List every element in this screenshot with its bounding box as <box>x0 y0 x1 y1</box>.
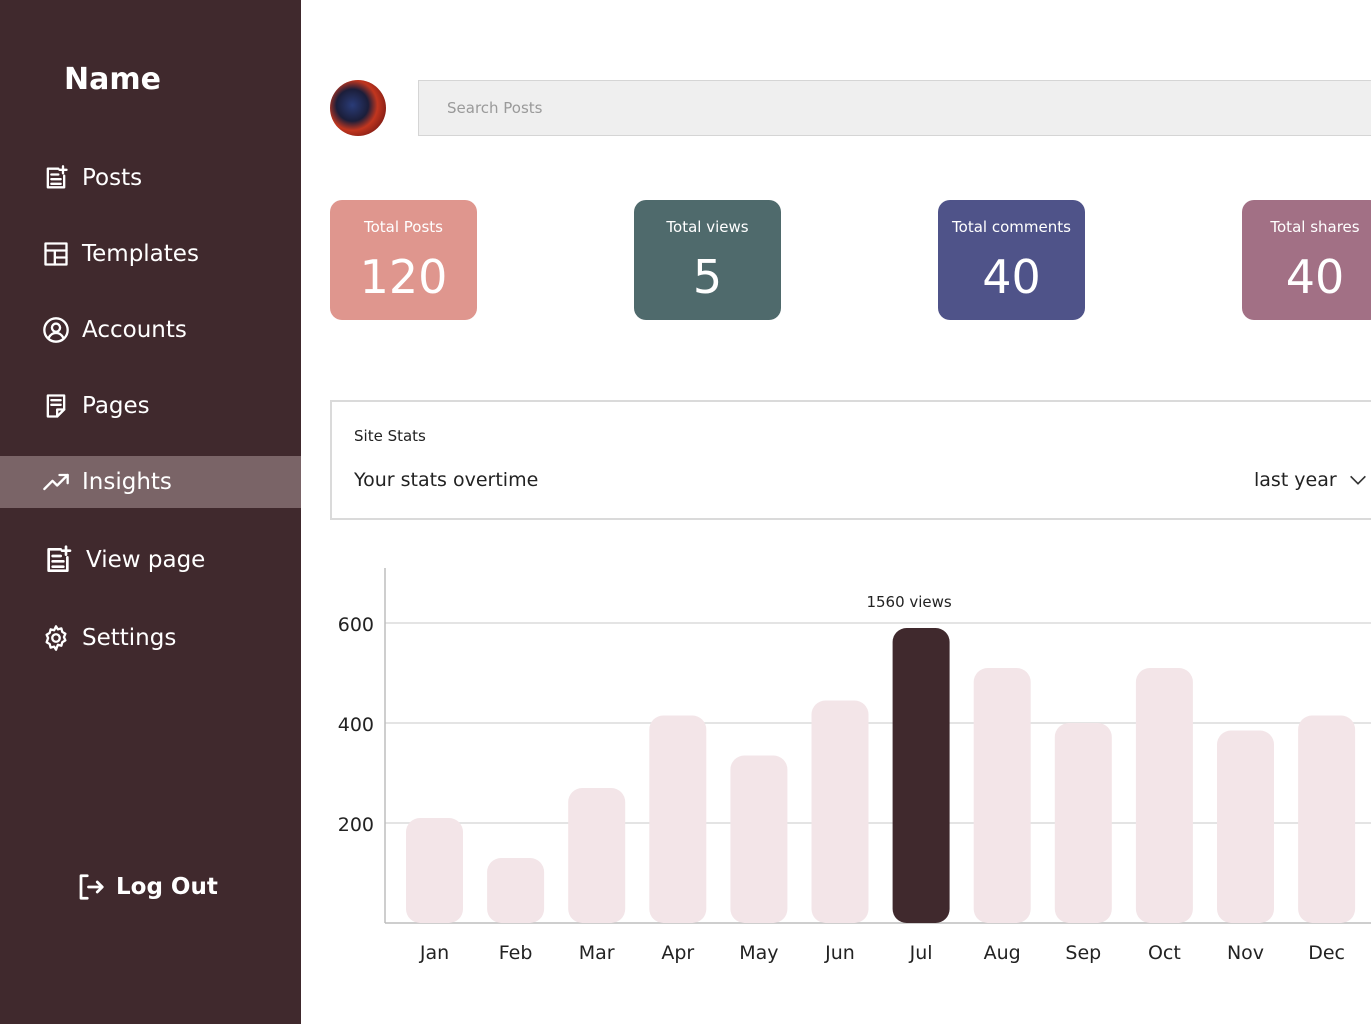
y-tick-label: 600 <box>338 614 374 636</box>
bar-jul <box>892 628 950 923</box>
post-add-icon <box>41 163 71 193</box>
stat-card-label: Total views <box>666 218 749 236</box>
site-stats-panel: Site Stats Your stats overtime last year <box>330 400 1371 520</box>
bar-may <box>730 755 788 923</box>
avatar[interactable] <box>330 80 386 136</box>
sidebar-item-view-page[interactable]: View page <box>0 534 301 586</box>
stat-card-label: Total comments <box>952 218 1071 236</box>
sidebar-item-label: Accounts <box>82 317 187 343</box>
bar-dec <box>1298 715 1356 923</box>
brand-name: Name <box>64 62 161 97</box>
sidebar-item-label: Templates <box>82 241 199 267</box>
sidebar-item-posts[interactable]: Posts <box>0 152 301 204</box>
stat-card-value: 40 <box>1285 250 1345 304</box>
logout-label: Log Out <box>116 874 218 900</box>
stat-card-label: Total Posts <box>364 218 443 236</box>
y-tick-label: 400 <box>338 714 374 736</box>
x-tick-label: Feb <box>499 942 533 964</box>
sidebar-item-pages[interactable]: Pages <box>0 380 301 432</box>
logout-button[interactable]: Log Out <box>76 872 218 902</box>
x-tick-label: Aug <box>984 942 1021 964</box>
sidebar-item-templates[interactable]: Templates <box>0 228 301 280</box>
x-tick-label: Nov <box>1227 942 1264 964</box>
templates-icon <box>41 239 71 269</box>
stat-card-value: 40 <box>982 250 1041 304</box>
views-bar-chart: 200 400 600 Jan Feb Mar Apr May Jun Jul 1560 views… <box>338 568 1371 964</box>
bar-sep <box>1054 723 1112 923</box>
bar-mar <box>568 788 626 923</box>
highlight-data-label: 1560 views <box>866 593 951 611</box>
x-tick-label: Oct <box>1148 942 1181 964</box>
site-stats-subtitle: Your stats overtime <box>354 469 539 491</box>
bar-oct <box>1135 668 1193 923</box>
x-tick-label: May <box>739 942 778 964</box>
sidebar-item-label: Pages <box>82 393 150 419</box>
search-input[interactable] <box>418 80 1371 136</box>
period-label: last year <box>1254 469 1337 491</box>
site-stats-title: Site Stats <box>354 427 426 445</box>
stat-card-total-posts: Total Posts 120 <box>330 200 477 320</box>
x-tick-label: Apr <box>661 942 694 964</box>
sidebar-item-settings[interactable]: Settings <box>0 612 301 664</box>
bar-feb <box>487 858 545 923</box>
period-dropdown[interactable]: last year <box>1254 469 1369 491</box>
stat-card-total-shares: Total shares 40 <box>1242 200 1371 320</box>
stat-card-total-views: Total views 5 <box>634 200 781 320</box>
bar-jun <box>811 700 869 923</box>
stat-card-value: 5 <box>692 250 723 304</box>
account-icon <box>41 315 71 345</box>
bar-jan <box>406 818 463 923</box>
gear-icon <box>41 623 71 653</box>
bar-apr <box>649 715 707 923</box>
sidebar-item-label: Posts <box>82 165 143 191</box>
sidebar-item-label: Insights <box>82 469 172 495</box>
x-tick-label: Sep <box>1065 942 1101 964</box>
stat-card-total-comments: Total comments 40 <box>938 200 1085 320</box>
x-tick-label: Jul <box>909 942 933 964</box>
x-tick-label: Jun <box>824 942 855 964</box>
x-tick-label: Mar <box>579 942 615 964</box>
trending-up-icon <box>41 467 71 497</box>
stat-card-value: 120 <box>359 250 448 304</box>
bar-nov <box>1217 730 1274 923</box>
logout-icon <box>79 874 104 900</box>
sidebar-item-label: Settings <box>82 625 177 651</box>
y-tick-label: 200 <box>338 814 374 836</box>
bar-aug <box>973 668 1031 923</box>
stat-card-label: Total shares <box>1270 218 1360 236</box>
x-tick-label: Dec <box>1308 942 1345 964</box>
pages-icon <box>41 391 71 421</box>
sidebar-item-accounts[interactable]: Accounts <box>0 304 301 356</box>
sidebar-item-insights[interactable]: Insights <box>0 456 301 508</box>
sidebar: Name Posts Templates Accounts Pages Insi… <box>0 0 301 1024</box>
post-add-icon <box>41 543 75 577</box>
sidebar-item-label: View page <box>86 547 206 573</box>
x-tick-label: Jan <box>419 942 449 964</box>
chevron-down-icon <box>1349 475 1366 485</box>
